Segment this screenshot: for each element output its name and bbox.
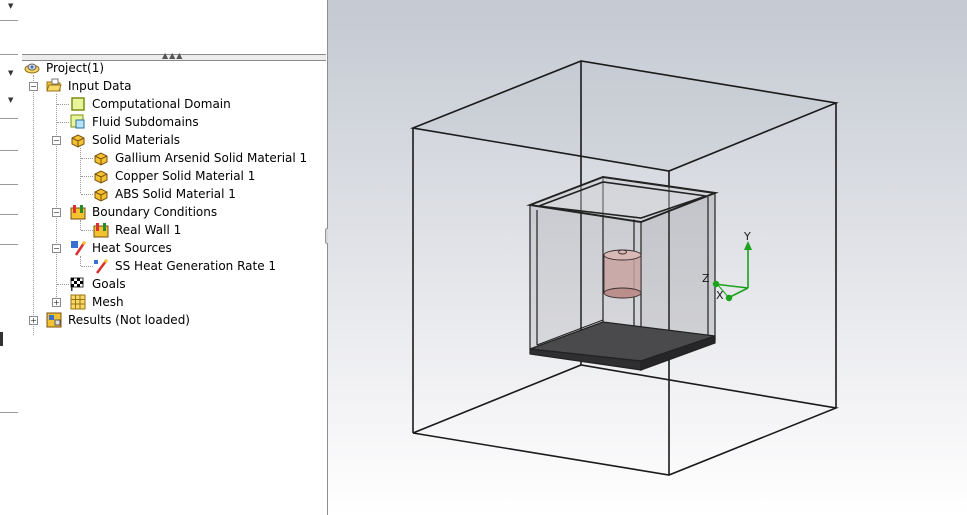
open-folder-icon [46,78,62,92]
tree-node-fluid-subdomains[interactable]: Fluid Subdomains [70,113,199,131]
tree-connector [81,266,93,267]
mesh-grid-icon [70,294,86,310]
tree-node-ss-heat-generation[interactable]: SS Heat Generation Rate 1 [93,257,276,275]
tree-node-heat-sources[interactable]: Heat Sources [70,239,172,257]
tree-node-label: Goals [92,277,126,291]
real-wall-icon [93,223,109,238]
computational-domain-icon [71,97,85,111]
tree-connector [57,122,69,123]
tree-node-real-wall[interactable]: Real Wall 1 [93,221,181,239]
collapse-toggle[interactable]: − [52,244,61,253]
tree-node-label: ABS Solid Material 1 [115,187,236,201]
cylinder-component[interactable] [603,249,642,299]
tree-node-mesh[interactable]: Mesh [70,293,124,311]
tree-node-abs-material[interactable]: ABS Solid Material 1 [93,185,236,203]
model-scene: Y Z X [410,60,839,476]
tree-connector [80,148,81,193]
tree-node-copper-material[interactable]: Copper Solid Material 1 [93,167,255,185]
tree-connector [81,194,93,195]
tree-connector [81,158,93,159]
dropdown-arrow-icon[interactable]: ▼ [8,3,13,10]
solid-material-icon [71,134,85,148]
solid-material-icon [94,152,108,166]
tree-connector [81,230,93,231]
tree-node-label: Computational Domain [92,97,231,111]
fluid-subdomain-icon [70,114,85,129]
tree-connector [56,94,57,301]
tree-node-label: Gallium Arsenid Solid Material 1 [115,151,308,165]
solid-material-icon [94,170,108,184]
strip-divider [0,54,18,55]
triad-x-label: X [716,289,724,302]
strip-divider [0,412,18,413]
collapse-toggle[interactable]: − [52,208,61,217]
tree-node-results[interactable]: Results (Not loaded) [46,311,190,329]
tree-connector [80,256,81,266]
tree-node-input-data[interactable]: Input Data [46,77,132,95]
tree-node-label: Fluid Subdomains [92,115,199,129]
goals-flag-icon [70,277,84,291]
tree-connector [57,284,69,285]
tree-node-label: Solid Materials [92,133,181,147]
results-icon [46,312,62,328]
tree-node-label: Input Data [68,79,132,93]
tree-node-boundary-conditions[interactable]: Boundary Conditions [70,203,217,221]
graphics-viewport[interactable]: Y Z X [328,0,967,515]
tree-connector [57,104,69,105]
triad-z-label: Z [702,272,710,285]
tree-connector [81,176,93,177]
solid-material-icon [94,188,108,202]
heat-source-icon [71,241,86,256]
collapse-toggle[interactable]: − [29,82,38,91]
boundary-condition-icon [70,205,86,220]
tree-node-gallium-arsenid-material[interactable]: Gallium Arsenid Solid Material 1 [93,149,307,167]
tree-node-label: Heat Sources [92,241,172,255]
feature-tree-panel: ▼ ▼ ▼ ▲▲▲ − − − − + + Project(1) Input D… [0,0,328,515]
tree-node-label: Results (Not loaded) [68,313,190,327]
triad-y-label: Y [743,230,751,243]
project-icon [24,63,40,74]
tree-node-computational-domain[interactable]: Computational Domain [70,95,231,113]
tree-node-label: Copper Solid Material 1 [115,169,256,183]
tree-connector [33,75,34,335]
tree-node-solid-materials[interactable]: Solid Materials [70,131,180,149]
tree-node-label: Project(1) [46,61,105,75]
expand-toggle[interactable]: + [29,316,38,325]
expand-toggle[interactable]: + [52,298,61,307]
feature-tree: − − − − + + Project(1) Input Data Comput… [0,59,326,359]
tree-node-label: Mesh [92,295,124,309]
strip-divider [0,20,18,21]
collapse-toggle[interactable]: − [52,136,61,145]
tree-node-project[interactable]: Project(1) [24,59,104,77]
tree-node-label: Boundary Conditions [92,205,218,219]
heat-generation-icon [94,259,108,274]
tree-connector [80,220,81,230]
tree-node-label: SS Heat Generation Rate 1 [115,259,277,273]
tree-node-goals[interactable]: Goals [70,275,126,293]
tree-node-label: Real Wall 1 [115,223,182,237]
